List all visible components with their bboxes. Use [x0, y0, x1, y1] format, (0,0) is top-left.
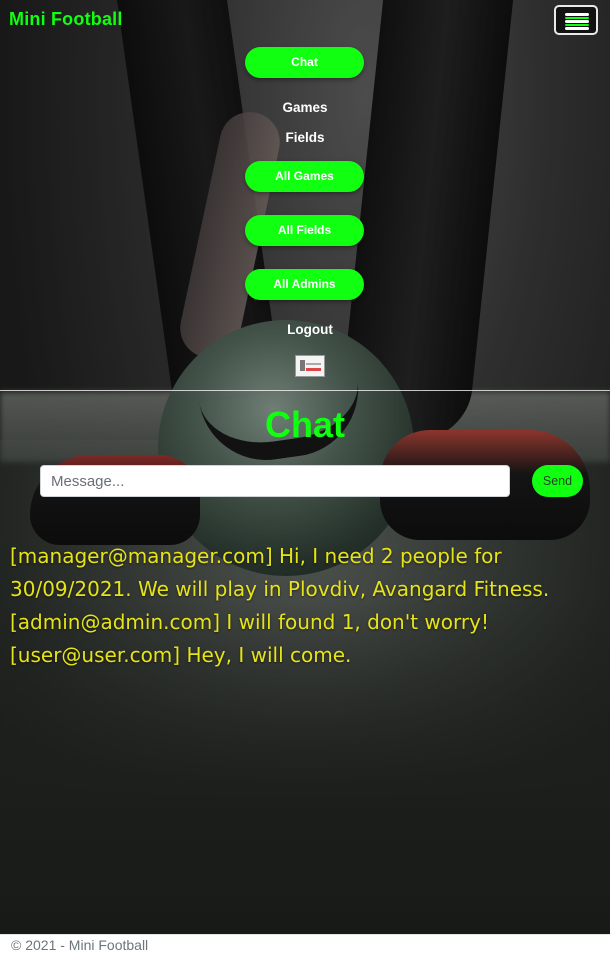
hamburger-accent-bar: [565, 24, 589, 26]
nav-games-link[interactable]: Games: [0, 100, 610, 115]
nav-fields-link[interactable]: Fields: [0, 130, 610, 145]
message-list: [manager@manager.com] Hi, I need 2 peopl…: [10, 540, 602, 672]
chat-message: [admin@admin.com] I will found 1, don't …: [10, 610, 489, 634]
footer-brand-link[interactable]: Mini Football: [69, 937, 148, 953]
profile-image-part: [306, 363, 321, 365]
navbar-divider: [0, 390, 610, 391]
hamburger-bar: [565, 27, 589, 30]
chat-message: [user@user.com] Hey, I will come.: [10, 643, 352, 667]
profile-image-part: [300, 360, 305, 371]
chat-title: Chat: [265, 404, 345, 445]
navbar-toggle-button[interactable]: [554, 5, 598, 35]
hamburger-accent-bar: [565, 17, 589, 19]
nav-chat-button[interactable]: Chat: [245, 47, 364, 78]
nav-all-games-button[interactable]: All Games: [245, 161, 364, 192]
hamburger-bar: [565, 20, 589, 23]
nav-all-admins-button[interactable]: All Admins: [245, 269, 364, 300]
copyright-text: © 2021 -: [11, 937, 69, 953]
message-input[interactable]: [40, 465, 510, 497]
brand-link[interactable]: Mini Football: [9, 9, 123, 30]
nav-all-fields-button[interactable]: All Fields: [245, 215, 364, 246]
chat-message: [manager@manager.com] Hi, I need 2 peopl…: [10, 544, 550, 601]
send-button[interactable]: Send: [532, 465, 583, 497]
nav-logout-link[interactable]: Logout: [5, 322, 610, 337]
footer: © 2021 - Mini Football: [0, 934, 610, 965]
footer-copyright: © 2021 - Mini Football: [11, 937, 148, 953]
hamburger-menu-icon: [565, 13, 589, 16]
profile-image-icon[interactable]: [295, 355, 325, 377]
profile-image-part: [306, 368, 321, 371]
